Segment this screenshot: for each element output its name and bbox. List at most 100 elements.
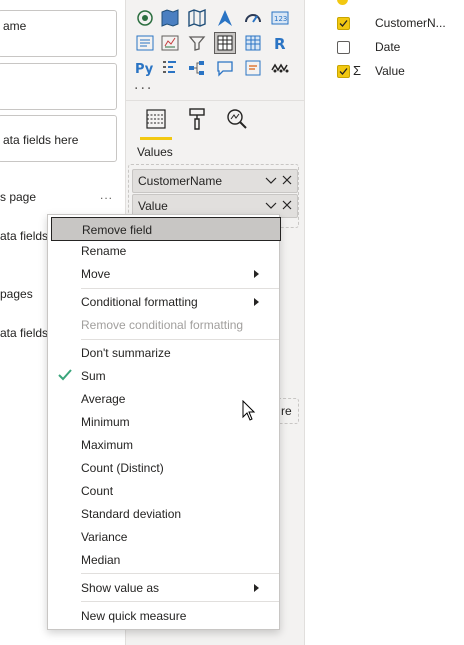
checkbox[interactable] xyxy=(337,41,350,54)
checkbox[interactable] xyxy=(337,65,350,78)
menu-item-label: Maximum xyxy=(81,438,134,452)
slicer-icon[interactable] xyxy=(187,33,207,53)
filters-all-pages-label: pages xyxy=(0,287,33,301)
menu-item-dont-summarize[interactable]: Don't summarize xyxy=(48,341,279,364)
svg-text:Py: Py xyxy=(135,62,154,77)
menu-item-standard-deviation[interactable]: Standard deviation xyxy=(48,502,279,525)
menu-item-label: Conditional formatting xyxy=(81,295,198,309)
analytics-tab[interactable] xyxy=(221,104,253,140)
kpi-icon[interactable] xyxy=(160,33,180,53)
menu-separator xyxy=(81,573,279,574)
table-icon xyxy=(337,0,348,5)
menu-separator xyxy=(81,339,279,340)
r-visual-icon[interactable]: R xyxy=(270,33,290,53)
menu-item-new-quick-measure[interactable]: New quick measure xyxy=(48,604,279,627)
fields-tab[interactable] xyxy=(140,104,172,140)
filter-well[interactable] xyxy=(0,63,117,110)
chevron-down-icon[interactable] xyxy=(265,176,277,186)
menu-separator xyxy=(81,288,279,289)
filter-drop-hint: ata fields xyxy=(0,326,49,340)
menu-separator xyxy=(81,601,279,602)
gauge-icon[interactable] xyxy=(243,8,263,28)
filter-drop-hint: ata fields here xyxy=(3,133,79,147)
menu-item-remove-conditional-formatting: Remove conditional formatting xyxy=(48,313,279,336)
menu-item-maximum[interactable]: Maximum xyxy=(48,433,279,456)
menu-item-label: Count (Distinct) xyxy=(81,461,164,475)
card-icon[interactable]: 123 xyxy=(270,8,290,28)
menu-item-show-value-as[interactable]: Show value as xyxy=(48,576,279,599)
filter-well-text: ame xyxy=(3,19,27,33)
key-influencers-icon[interactable] xyxy=(160,58,180,78)
menu-item-median[interactable]: Median xyxy=(48,548,279,571)
menu-item-label: Sum xyxy=(81,369,106,383)
menu-item-label: Remove field xyxy=(82,223,153,237)
menu-item-sum[interactable]: Sum xyxy=(48,364,279,387)
menu-item-label: Move xyxy=(81,267,111,281)
shape-map-icon[interactable] xyxy=(187,8,207,28)
close-icon[interactable] xyxy=(282,175,292,185)
svg-text:R: R xyxy=(274,35,286,53)
matrix-icon[interactable] xyxy=(243,33,263,53)
values-well-label: Values xyxy=(137,145,173,159)
menu-item-label: Don't summarize xyxy=(81,346,171,360)
menu-item-count-distinct[interactable]: Count (Distinct) xyxy=(48,456,279,479)
mouse-cursor-icon xyxy=(242,400,256,421)
filter-well[interactable]: ame xyxy=(0,10,117,57)
chevron-down-icon[interactable] xyxy=(265,201,277,211)
menu-item-label: Average xyxy=(81,392,126,406)
paint-roller-icon xyxy=(189,108,205,130)
menu-item-count[interactable]: Count xyxy=(48,479,279,502)
drillthrough-well[interactable]: re xyxy=(278,398,299,424)
more-options-icon[interactable]: ... xyxy=(100,188,113,202)
field-item-label: Date xyxy=(375,40,401,54)
submenu-arrow-icon xyxy=(254,270,259,278)
divider xyxy=(126,100,304,101)
checkmark-icon xyxy=(58,369,72,381)
submenu-arrow-icon xyxy=(254,584,259,592)
active-tab-indicator xyxy=(140,137,172,140)
qa-visual-icon[interactable] xyxy=(215,58,235,78)
filters-on-page-label: s page xyxy=(0,190,37,204)
menu-item-label: Count xyxy=(81,484,114,498)
svg-text:123: 123 xyxy=(274,15,287,23)
python-visual-icon[interactable]: Py xyxy=(135,58,155,78)
sigma-icon: Σ xyxy=(353,63,362,78)
menu-item-label: Remove conditional formatting xyxy=(81,318,244,332)
fields-tab-icon xyxy=(146,109,166,129)
menu-item-move[interactable]: Move xyxy=(48,262,279,285)
decomposition-tree-icon[interactable] xyxy=(187,58,207,78)
menu-item-label: Show value as xyxy=(81,581,160,595)
field-chip-label: CustomerName xyxy=(138,174,223,188)
menu-item-label: Variance xyxy=(81,530,128,544)
map-globe-icon[interactable] xyxy=(135,8,155,28)
field-context-menu: Remove field Rename Move Conditional for… xyxy=(47,214,281,630)
submenu-arrow-icon xyxy=(254,298,259,306)
field-item-label: CustomerN... xyxy=(375,16,446,30)
field-item-label: Value xyxy=(375,64,405,78)
drillthrough-well-text: re xyxy=(281,404,292,418)
menu-item-variance[interactable]: Variance xyxy=(48,525,279,548)
menu-item-rename[interactable]: Rename xyxy=(48,239,279,262)
table-visual-icon[interactable] xyxy=(214,32,236,54)
smart-narrative-icon[interactable] xyxy=(243,58,263,78)
close-icon[interactable] xyxy=(282,200,292,210)
menu-item-remove-field[interactable]: Remove field xyxy=(51,217,281,241)
menu-item-label: New quick measure xyxy=(81,609,187,623)
multi-row-card-icon[interactable] xyxy=(135,33,155,53)
menu-item-label: Minimum xyxy=(81,415,130,429)
custom-visual-icon[interactable] xyxy=(270,58,290,78)
filter-drop-hint: ata fields xyxy=(0,229,49,243)
menu-item-label: Median xyxy=(81,553,121,567)
filter-drop-well[interactable]: ata fields here xyxy=(0,115,117,162)
more-visuals-icon[interactable]: ... xyxy=(134,76,153,94)
analytics-magnifier-icon xyxy=(227,109,247,129)
checkbox[interactable] xyxy=(337,17,350,30)
field-chip-label: Value xyxy=(138,199,168,213)
menu-item-conditional-formatting[interactable]: Conditional formatting xyxy=(48,290,279,313)
format-tab[interactable] xyxy=(181,104,213,140)
menu-item-label: Rename xyxy=(81,244,127,258)
azure-map-icon[interactable] xyxy=(215,8,235,28)
filled-map-icon[interactable] xyxy=(160,8,180,28)
fields-pane: CustomerN... Date Σ Value xyxy=(305,0,464,645)
field-chip-customername[interactable]: CustomerName xyxy=(132,169,298,193)
